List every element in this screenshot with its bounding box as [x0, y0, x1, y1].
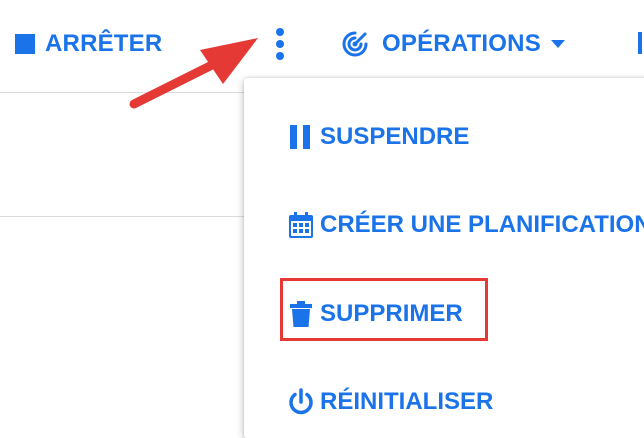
menu-item-suspend[interactable]: SUSPENDRE — [286, 122, 469, 152]
menu-item-label: CRÉER UNE PLANIFICATION — [320, 211, 644, 238]
more-actions-menu: SUSPENDRE CRÉER UNE PLANIFICATION SUPPRI… — [244, 78, 644, 438]
chevron-down-icon — [550, 40, 565, 48]
more-options-button[interactable] — [266, 22, 294, 66]
stop-icon — [15, 34, 35, 54]
menu-item-label: SUSPENDRE — [320, 123, 470, 150]
left-panel — [0, 93, 244, 426]
highlight-box — [280, 278, 488, 341]
divider — [0, 216, 244, 217]
power-icon — [289, 388, 313, 415]
operations-button[interactable]: OPÉRATIONS — [340, 28, 567, 60]
stop-button[interactable]: ARRÊTER — [15, 28, 162, 60]
operations-icon — [342, 31, 368, 57]
menu-item-label: RÉINITIALISER — [320, 388, 494, 415]
menu-item-create-schedule[interactable]: CRÉER UNE PLANIFICATION — [286, 210, 644, 240]
menu-item-reset[interactable]: RÉINITIALISER — [286, 387, 493, 417]
pause-icon — [290, 125, 310, 149]
stop-button-label: ARRÊTER — [45, 30, 163, 57]
more-vert-icon — [276, 28, 284, 60]
calendar-icon — [289, 212, 313, 238]
operations-button-label: OPÉRATIONS — [382, 30, 541, 57]
truncated-toolbar-icon — [638, 32, 642, 54]
